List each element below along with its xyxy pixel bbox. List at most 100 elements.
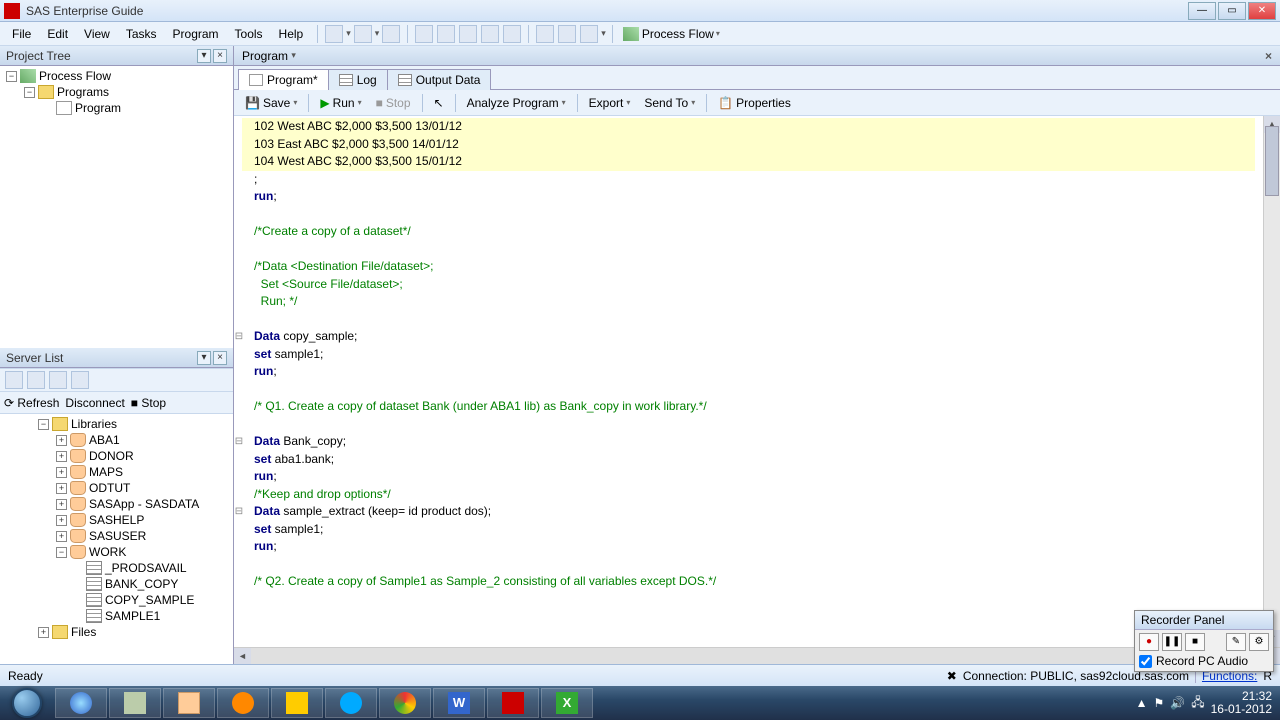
menu-file[interactable]: File (4, 25, 39, 43)
expander-icon[interactable]: + (56, 515, 67, 526)
redo-icon[interactable] (558, 25, 576, 43)
expander-icon[interactable]: + (56, 499, 67, 510)
tree-node-program[interactable]: Program (75, 101, 121, 115)
expander-icon[interactable]: − (56, 547, 67, 558)
menu-program[interactable]: Program (165, 25, 227, 43)
tree-node-libraries[interactable]: Libraries (71, 417, 117, 431)
panel-pin-icon[interactable]: ▾ (197, 351, 211, 365)
undo-icon[interactable] (536, 25, 554, 43)
recorder-panel[interactable]: Recorder Panel ● ❚❚ ■ ✎ ⚙ Record PC Audi… (1134, 610, 1274, 672)
pause-button[interactable]: ❚❚ (1162, 633, 1182, 651)
expander-icon[interactable]: + (56, 435, 67, 446)
taskbar-ie[interactable] (55, 688, 107, 718)
tray-flag-icon[interactable]: ⚑ (1154, 696, 1165, 710)
refresh-button[interactable]: ⟳ Refresh (4, 396, 59, 410)
expander-icon[interactable]: + (38, 627, 49, 638)
list-view-icon[interactable] (49, 371, 67, 389)
process-flow-dropdown[interactable]: Process Flow ▾ (619, 27, 724, 41)
print-icon[interactable] (415, 25, 433, 43)
run-button[interactable]: ▶ Run ▾ (315, 94, 366, 112)
menu-tools[interactable]: Tools (227, 25, 271, 43)
open-icon[interactable] (354, 25, 372, 43)
taskbar-outlook[interactable] (271, 688, 323, 718)
taskbar-skype[interactable] (325, 688, 377, 718)
tree-node-lib[interactable]: SASApp - SASDATA (89, 497, 199, 511)
paste-icon[interactable] (481, 25, 499, 43)
new-icon[interactable] (325, 25, 343, 43)
taskbar-media[interactable] (217, 688, 269, 718)
folder-view-icon[interactable] (27, 371, 45, 389)
tree-node-lib[interactable]: ODTUT (89, 481, 130, 495)
menu-help[interactable]: Help (271, 25, 312, 43)
expander-icon[interactable]: − (24, 87, 35, 98)
stop-button[interactable]: ■ Stop (371, 94, 416, 112)
recorder-settings-icon[interactable]: ⚙ (1249, 633, 1269, 651)
server-tree[interactable]: − Libraries + ABA1 + DONOR + MAPS + ODTUT + SASApp… (0, 414, 233, 664)
tray-network-icon[interactable]: 🖧 (1191, 693, 1204, 714)
scroll-left-icon[interactable]: ◄ (234, 648, 251, 664)
server-icon[interactable] (5, 371, 23, 389)
properties-button[interactable]: 📋 Properties (713, 94, 796, 112)
system-tray[interactable]: ▲ ⚑ 🔊 🖧 21:32 16-01-2012 (1128, 690, 1280, 716)
minimize-button[interactable]: — (1188, 2, 1216, 20)
clock[interactable]: 21:32 16-01-2012 (1211, 690, 1272, 716)
menu-view[interactable]: View (76, 25, 118, 43)
tree-node-lib[interactable]: ABA1 (89, 433, 120, 447)
tree-node-process-flow[interactable]: Process Flow (39, 69, 111, 83)
close-button[interactable]: ✕ (1248, 2, 1276, 20)
expander-icon[interactable]: + (56, 467, 67, 478)
tree-node-work[interactable]: WORK (89, 545, 126, 559)
taskbar-excel[interactable]: X (541, 688, 593, 718)
maximize-button[interactable]: ▭ (1218, 2, 1246, 20)
disconnect-button[interactable]: Disconnect (65, 396, 124, 410)
expander-icon[interactable]: − (6, 71, 17, 82)
sendto-button[interactable]: Send To ▾ (639, 94, 700, 112)
globe-icon[interactable] (71, 371, 89, 389)
record-audio-checkbox[interactable] (1139, 655, 1152, 668)
taskbar-app1[interactable] (109, 688, 161, 718)
menu-tasks[interactable]: Tasks (118, 25, 165, 43)
scroll-thumb[interactable] (1265, 126, 1279, 196)
expander-icon[interactable]: + (56, 531, 67, 542)
tree-node-lib[interactable]: DONOR (89, 449, 134, 463)
tree-node-files[interactable]: Files (71, 625, 96, 639)
start-button[interactable] (0, 686, 54, 720)
tree-node-dataset[interactable]: SAMPLE1 (105, 609, 160, 623)
tray-show-hidden-icon[interactable]: ▲ (1136, 696, 1148, 710)
taskbar-chrome[interactable] (379, 688, 431, 718)
delete-icon[interactable] (503, 25, 521, 43)
panel-close-icon[interactable]: × (213, 49, 227, 63)
tab-output[interactable]: Output Data (387, 69, 492, 90)
expander-icon[interactable]: + (56, 483, 67, 494)
menu-edit[interactable]: Edit (39, 25, 76, 43)
tree-node-lib[interactable]: MAPS (89, 465, 123, 479)
stop-button[interactable]: ■ Stop (131, 396, 166, 410)
code-editor[interactable]: 102 West ABC $2,000 $3,500 13/01/12103 E… (234, 116, 1263, 647)
taskbar-explorer[interactable] (163, 688, 215, 718)
tab-program[interactable]: Program* (238, 69, 329, 90)
record-button[interactable]: ● (1139, 633, 1159, 651)
cut-icon[interactable] (437, 25, 455, 43)
save-all-icon[interactable] (382, 25, 400, 43)
copy-icon[interactable] (459, 25, 477, 43)
taskbar-sas[interactable] (487, 688, 539, 718)
tree-node-dataset[interactable]: _PRODSAVAIL (105, 561, 187, 575)
vertical-scrollbar[interactable]: ▲ ▼ (1263, 116, 1280, 647)
stop-record-button[interactable]: ■ (1185, 633, 1205, 651)
expander-icon[interactable]: − (38, 419, 49, 430)
document-close-icon[interactable]: × (1265, 49, 1272, 63)
taskbar-word[interactable]: W (433, 688, 485, 718)
tab-log[interactable]: Log (328, 69, 388, 90)
project-tree[interactable]: −Process Flow −Programs Program (0, 66, 233, 348)
horizontal-scrollbar[interactable]: ◄ ► (234, 647, 1280, 664)
document-dropdown-icon[interactable]: ▾ (291, 50, 296, 61)
tree-node-lib[interactable]: SASUSER (89, 529, 146, 543)
tree-node-dataset[interactable]: BANK_COPY (105, 577, 178, 591)
expander-icon[interactable]: + (56, 451, 67, 462)
panel-pin-icon[interactable]: ▾ (197, 49, 211, 63)
analyze-button[interactable]: Analyze Program ▾ (462, 94, 571, 112)
recorder-tool-icon[interactable]: ✎ (1226, 633, 1246, 651)
save-button[interactable]: 💾 Save ▾ (240, 94, 302, 112)
export-button[interactable]: Export ▾ (584, 94, 636, 112)
tree-node-dataset[interactable]: COPY_SAMPLE (105, 593, 194, 607)
